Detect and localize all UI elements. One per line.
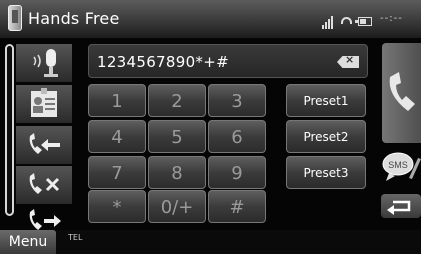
return-button[interactable] xyxy=(381,194,421,218)
backspace-icon[interactable]: × xyxy=(337,56,359,68)
key-5[interactable]: 5 xyxy=(148,120,206,153)
missed-calls-button[interactable] xyxy=(16,166,72,204)
dial-keypad: 1 2 3 4 5 6 7 8 9 * 0/+ # xyxy=(88,84,268,224)
battery-icon xyxy=(355,17,372,26)
sidebar-scrollbar[interactable] xyxy=(5,44,14,216)
sms-label: SMS xyxy=(388,160,408,170)
key-4[interactable]: 4 xyxy=(88,120,146,153)
key-9[interactable]: 9 xyxy=(208,156,266,189)
preset-3-button[interactable]: Preset3 xyxy=(286,156,366,189)
handset-icon xyxy=(341,17,352,24)
voice-dial-icon xyxy=(33,49,58,77)
phonebook-icon xyxy=(31,88,57,117)
key-3[interactable]: 3 xyxy=(208,84,266,117)
return-icon xyxy=(387,200,411,215)
header-bar: Hands Free --:-- xyxy=(0,0,421,38)
phone-number-value: 1234567890*+# xyxy=(97,53,229,71)
preset-1-button[interactable]: Preset1 xyxy=(286,84,366,117)
key-7[interactable]: 7 xyxy=(88,156,146,189)
call-button[interactable] xyxy=(382,43,421,143)
key-6[interactable]: 6 xyxy=(208,120,266,153)
preset-2-button[interactable]: Preset2 xyxy=(286,120,366,153)
hands-free-screen: Hands Free --:-- 1234567890*+# × 1 2 3 4… xyxy=(0,0,421,254)
key-0-plus[interactable]: 0/+ xyxy=(148,190,206,223)
page-title: Hands Free xyxy=(28,9,120,28)
key-8[interactable]: 8 xyxy=(148,156,206,189)
sms-button[interactable]: SMS xyxy=(381,148,421,186)
outgoing-calls-icon xyxy=(29,133,60,154)
outgoing-calls-button[interactable] xyxy=(16,126,72,164)
phone-number-field[interactable]: 1234567890*+# × xyxy=(88,44,368,78)
source-label: TEL xyxy=(68,233,83,242)
call-icon xyxy=(389,72,415,111)
menu-button[interactable]: Menu xyxy=(0,230,56,254)
clock: --:-- xyxy=(380,13,403,24)
key-hash[interactable]: # xyxy=(208,190,266,223)
phonebook-button[interactable] xyxy=(16,85,72,123)
key-2[interactable]: 2 xyxy=(148,84,206,117)
key-star[interactable]: * xyxy=(88,190,146,223)
missed-calls-icon xyxy=(29,173,60,194)
phone-glyph-icon xyxy=(8,5,22,31)
signal-icon xyxy=(322,15,336,29)
voice-dial-button[interactable] xyxy=(16,44,72,82)
sms-icon: SMS xyxy=(382,152,421,181)
key-1[interactable]: 1 xyxy=(88,84,146,117)
bottom-bar xyxy=(0,230,421,254)
